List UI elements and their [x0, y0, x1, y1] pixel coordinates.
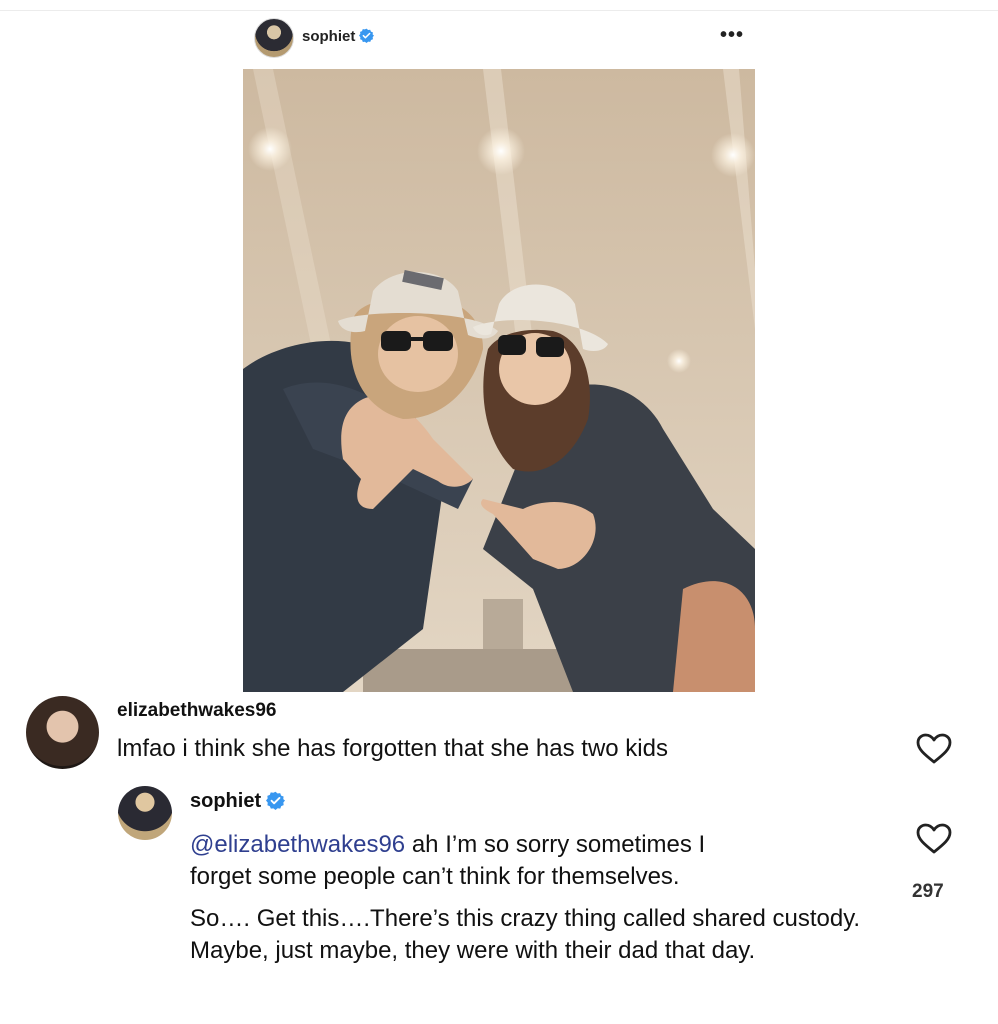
post-author-name[interactable]: sophiet: [302, 28, 375, 45]
reply-text-rest: ah I’m so sorry sometimes I: [405, 831, 706, 858]
reply-text-paragraph2: So…. Get this….There’s this crazy thing …: [190, 905, 861, 964]
post-author-username[interactable]: sophiet: [302, 28, 355, 45]
reply-author-name[interactable]: sophiet: [190, 790, 286, 813]
reply-author-avatar[interactable]: [118, 786, 172, 840]
heart-icon[interactable]: [916, 733, 952, 765]
reply-username[interactable]: sophiet: [190, 790, 261, 812]
reply-text: @elizabethwakes96 ah I’m so sorry someti…: [190, 829, 890, 893]
comment-text: lmfao i think she has forgotten that she…: [117, 735, 668, 762]
post-author-avatar[interactable]: [254, 18, 294, 58]
like-count[interactable]: 297: [912, 881, 944, 903]
commenter-avatar[interactable]: [26, 696, 99, 769]
reply-text-line2: forget some people can’t think for thems…: [190, 863, 680, 890]
comment-username[interactable]: elizabethwakes96: [117, 700, 276, 722]
top-divider: [0, 10, 998, 11]
photo-scene: [243, 69, 755, 692]
post-photo[interactable]: [243, 69, 755, 692]
mention-link[interactable]: @elizabethwakes96: [190, 831, 405, 858]
verified-badge-icon: [359, 28, 375, 43]
heart-icon[interactable]: [916, 823, 952, 855]
more-options-icon[interactable]: •••: [720, 24, 744, 47]
verified-badge-icon: [266, 791, 286, 810]
post-header: sophiet •••: [254, 18, 744, 58]
